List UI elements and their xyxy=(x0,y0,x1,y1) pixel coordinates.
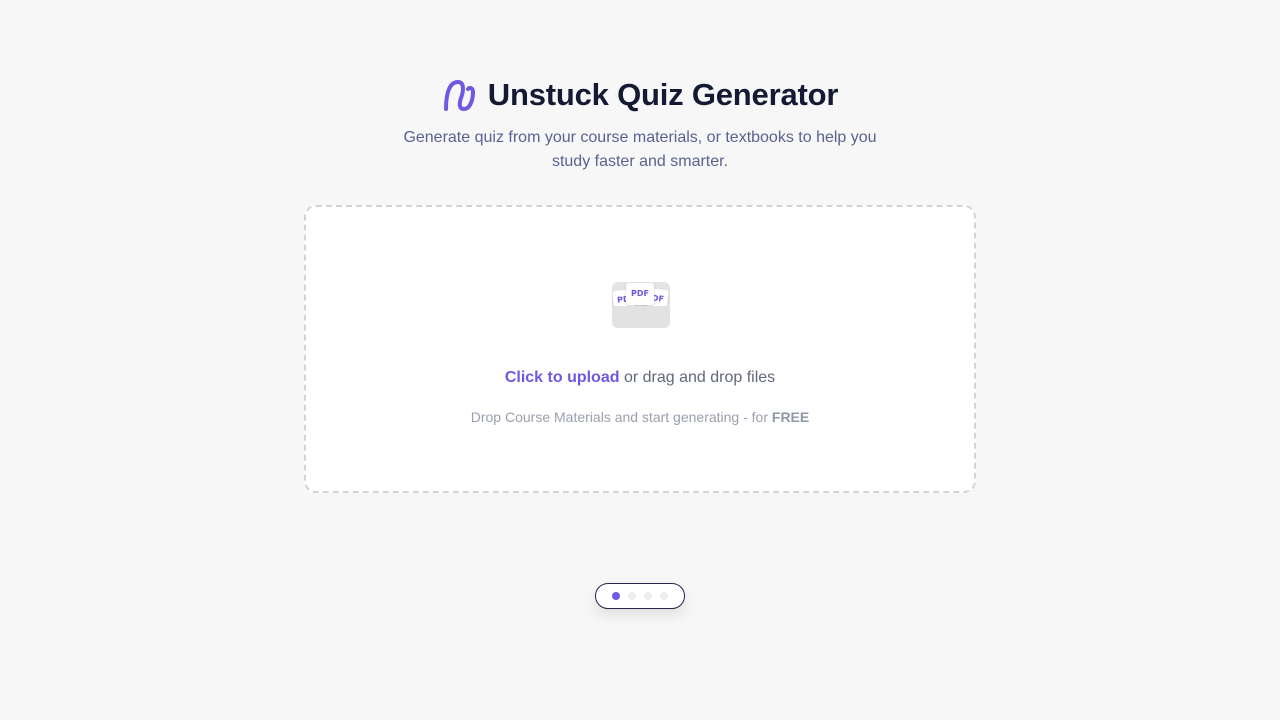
page: Unstuck Quiz Generator Generate quiz fro… xyxy=(0,0,1280,720)
free-label: FREE xyxy=(771,409,810,425)
upload-hint: Drop Course Materials and start generati… xyxy=(306,409,974,425)
upload-instruction: Click to upload or drag and drop files xyxy=(306,369,974,387)
unstuck-logo-icon xyxy=(443,80,475,111)
pager-dot-1[interactable] xyxy=(612,592,620,600)
drag-drop-text: or drag and drop files xyxy=(619,369,776,386)
pdf-doc-center: PDF xyxy=(626,283,654,305)
pdf-files-folder-icon: PDF PDF PDF xyxy=(610,280,670,330)
header: Unstuck Quiz Generator xyxy=(0,76,1280,114)
pager-dot-4[interactable] xyxy=(660,592,668,600)
step-pager xyxy=(595,583,685,609)
page-title: Unstuck Quiz Generator xyxy=(487,77,839,112)
click-to-upload-link[interactable]: Click to upload xyxy=(505,369,620,386)
pager-dot-2[interactable] xyxy=(628,592,636,600)
pager-dot-3[interactable] xyxy=(644,592,652,600)
page-subtitle: Generate quiz from your course materials… xyxy=(403,129,877,170)
folder-front xyxy=(612,306,670,328)
hint-text: Drop Course Materials and start generati… xyxy=(470,409,772,425)
file-upload-dropzone[interactable]: PDF PDF PDF Click to upload or drag and … xyxy=(304,205,976,493)
